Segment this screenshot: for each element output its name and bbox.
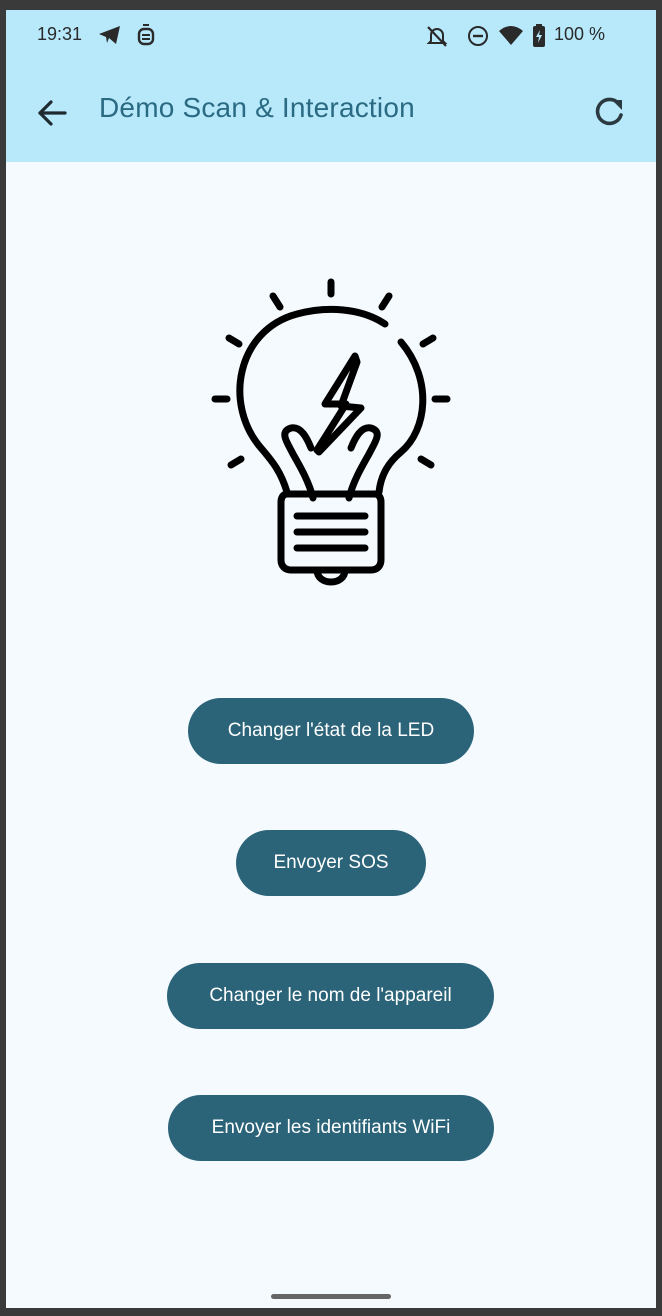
telegram-icon (98, 24, 122, 51)
battery-percentage: 100 % (554, 24, 606, 44)
status-time: 19:31 (37, 24, 83, 44)
rename-device-button[interactable]: Changer le nom de l'appareil (167, 963, 494, 1029)
do-not-disturb-icon (466, 24, 490, 53)
send-wifi-credentials-button[interactable]: Envoyer les identifiants WiFi (168, 1095, 494, 1161)
battery-charging-icon (532, 24, 546, 53)
app-bar: Démo Scan & Interaction (6, 62, 656, 162)
arrow-back-icon (38, 100, 67, 126)
status-bar: 19:31 100 % (6, 10, 656, 62)
phone-screen: 19:31 100 % Démo Scan & Interaction Chan… (6, 10, 656, 1308)
lightbulb-bolt-icon (201, 272, 461, 592)
notifications-off-icon (425, 24, 449, 53)
refresh-icon (595, 97, 623, 126)
send-sos-button[interactable]: Envoyer SOS (236, 830, 426, 896)
back-button[interactable] (26, 90, 76, 136)
refresh-button[interactable] (586, 90, 632, 136)
notification-app-icon (136, 24, 156, 53)
toggle-led-button[interactable]: Changer l'état de la LED (188, 698, 474, 764)
home-indicator[interactable] (271, 1294, 391, 1299)
page-title: Démo Scan & Interaction (99, 92, 415, 123)
wifi-icon (498, 24, 524, 51)
